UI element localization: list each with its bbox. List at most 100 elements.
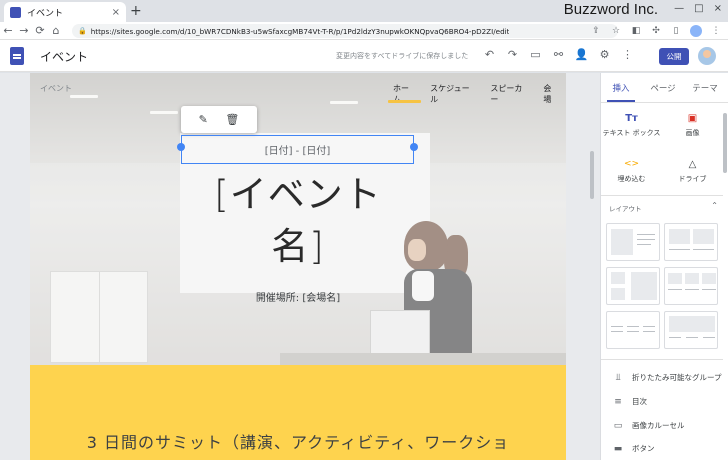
insert-panel: 挿入 ページ テーマ Tт テキスト ボックス ▣ 画像 <> 埋め込む △ ド… (600, 73, 728, 460)
embed-code-icon: <> (623, 159, 640, 169)
insert-table-of-contents[interactable]: ≡ 目次 (611, 396, 723, 407)
section-divider (601, 359, 723, 360)
browser-menu-icon[interactable]: ⋮ (710, 26, 722, 36)
carousel-label: 画像カルーセル (632, 421, 685, 430)
tab-insert[interactable]: 挿入 (601, 73, 641, 102)
browser-tab[interactable]: イベント × (4, 2, 126, 22)
insert-image[interactable]: ▣ 画像 (662, 113, 723, 138)
layout-text-line (637, 244, 651, 245)
insert-text-box[interactable]: Tт テキスト ボックス (601, 113, 662, 138)
address-bar: ← → ⟳ ⌂ 🔒 https://sites.google.com/d/10_… (0, 22, 728, 40)
layouts-heading: レイアウト (609, 205, 642, 213)
canvas-scrollbar[interactable] (590, 151, 594, 199)
layout-image-block (611, 288, 625, 300)
tab-pages[interactable]: ページ (641, 73, 685, 102)
drive-icon: △ (688, 159, 697, 170)
more-options-icon[interactable]: ⋮ (616, 48, 639, 61)
toolbar-icons: ↶ ↷ ▭ ⚯ 👤 ⚙ ⋮ (478, 48, 639, 61)
layout-thumbnail[interactable] (606, 311, 660, 349)
site-logo-text[interactable]: イベント (40, 83, 72, 94)
publish-button[interactable]: 公開 (659, 48, 689, 65)
layout-text-line (637, 234, 655, 235)
share-user-icon[interactable]: 👤 (570, 48, 593, 61)
window-close-icon[interactable]: × (714, 3, 722, 14)
layout-text-line (668, 289, 682, 290)
profile-avatar[interactable] (690, 25, 702, 37)
layout-thumbnail[interactable] (606, 223, 660, 261)
pencil-icon[interactable]: ✎ (199, 113, 208, 126)
layout-image-block (685, 273, 699, 284)
tab-themes[interactable]: テーマ (685, 73, 725, 102)
share-icon[interactable]: ⇪ (590, 26, 602, 36)
summary-section[interactable]: 3 日間のサミット（講演、アクティビティ、ワークショ (30, 365, 566, 460)
extension-icon[interactable]: ◧ (630, 26, 642, 36)
layout-text-line (643, 331, 655, 332)
layout-text-line (611, 326, 623, 327)
layout-text-line (686, 337, 698, 338)
layout-text-line (637, 239, 655, 240)
event-title[interactable]: [イベント 名] (170, 169, 426, 273)
layout-text-line (685, 289, 699, 290)
nav-item-venue[interactable]: 会場 (536, 83, 566, 104)
panel-tabs: 挿入 ページ テーマ (601, 73, 728, 103)
editor-canvas: イベント ホーム スケジュール スピーカー 会場 ✎ 🗑 [日付] - [日付]… (0, 73, 600, 460)
lock-icon: 🔒 (78, 27, 87, 35)
panel-scrollbar[interactable] (723, 113, 727, 173)
layout-image-block (669, 316, 715, 332)
insert-drive[interactable]: △ ドライブ (662, 159, 723, 184)
button-label: ボタン (632, 444, 655, 453)
collapsible-icon: ⫫ (615, 372, 621, 383)
layout-thumbnail[interactable] (664, 267, 718, 305)
insert-embed-label: 埋め込む (617, 175, 646, 183)
venue-text[interactable]: 開催場所: [会場名] (170, 289, 426, 304)
insert-button[interactable]: ▬ ボタン (611, 443, 723, 454)
resize-handle-left[interactable] (177, 143, 185, 151)
reload-icon[interactable]: ⟳ (32, 24, 48, 37)
window-controls: — □ × (674, 3, 722, 14)
new-tab-button[interactable]: + (130, 3, 142, 19)
insert-image-carousel[interactable]: ▭ 画像カルーセル (611, 420, 723, 431)
layout-thumbnail[interactable] (606, 267, 660, 305)
layout-text-line (669, 249, 690, 250)
tab-title: イベント (27, 8, 64, 19)
sidepanel-icon[interactable]: ▯ (670, 26, 682, 36)
layout-image-block (702, 273, 716, 284)
redo-icon[interactable]: ↷ (501, 48, 524, 61)
trash-icon[interactable]: 🗑 (225, 113, 239, 126)
tab-close-icon[interactable]: × (112, 7, 120, 18)
layout-thumbnail[interactable] (664, 223, 718, 261)
bookmark-star-icon[interactable]: ☆ (610, 26, 622, 36)
layout-text-line (669, 337, 681, 338)
puzzle-icon[interactable]: ✣ (650, 26, 662, 36)
insert-embed[interactable]: <> 埋め込む (601, 159, 662, 184)
nav-item-speakers[interactable]: スピーカー (483, 83, 536, 104)
site-name[interactable]: イベント (40, 48, 88, 65)
maximize-icon[interactable]: □ (694, 3, 703, 14)
home-icon[interactable]: ⌂ (48, 24, 64, 37)
date-text-box[interactable]: [日付] - [日付] (181, 135, 414, 164)
link-icon[interactable]: ⚯ (547, 48, 570, 61)
back-icon[interactable]: ← (0, 24, 16, 37)
save-status: 変更内容をすべてドライブに保存しました (336, 52, 469, 60)
layout-thumbnail[interactable] (664, 311, 718, 349)
url-input[interactable]: 🔒 https://sites.google.com/d/10_bWR7CDNk… (72, 24, 618, 38)
nav-item-home[interactable]: ホーム (386, 83, 423, 104)
forward-icon[interactable]: → (16, 24, 32, 37)
undo-icon[interactable]: ↶ (478, 48, 501, 61)
settings-gear-icon[interactable]: ⚙ (593, 48, 616, 61)
resize-handle-right[interactable] (410, 143, 418, 151)
google-sites-logo[interactable] (10, 47, 24, 65)
site-page: イベント ホーム スケジュール スピーカー 会場 ✎ 🗑 [日付] - [日付]… (30, 73, 566, 460)
hero-section[interactable]: イベント ホーム スケジュール スピーカー 会場 ✎ 🗑 [日付] - [日付]… (30, 73, 566, 365)
insert-drive-label: ドライブ (678, 175, 707, 183)
layout-text-line (703, 337, 715, 338)
nav-item-schedule[interactable]: スケジュール (423, 83, 483, 104)
insert-collapsible-group[interactable]: ⫫ 折りたたみ可能なグループ (611, 372, 723, 383)
collapse-chevron-icon[interactable]: ⌃ (711, 201, 718, 210)
preview-icon[interactable]: ▭ (524, 48, 547, 61)
date-text[interactable]: [日付] - [日付] (265, 142, 331, 157)
summit-description[interactable]: 3 日間のサミット（講演、アクティビティ、ワークショ (30, 429, 566, 453)
brand-watermark: Buzzword Inc. (563, 1, 658, 18)
user-avatar[interactable] (698, 47, 716, 65)
minimize-icon[interactable]: — (674, 3, 684, 14)
